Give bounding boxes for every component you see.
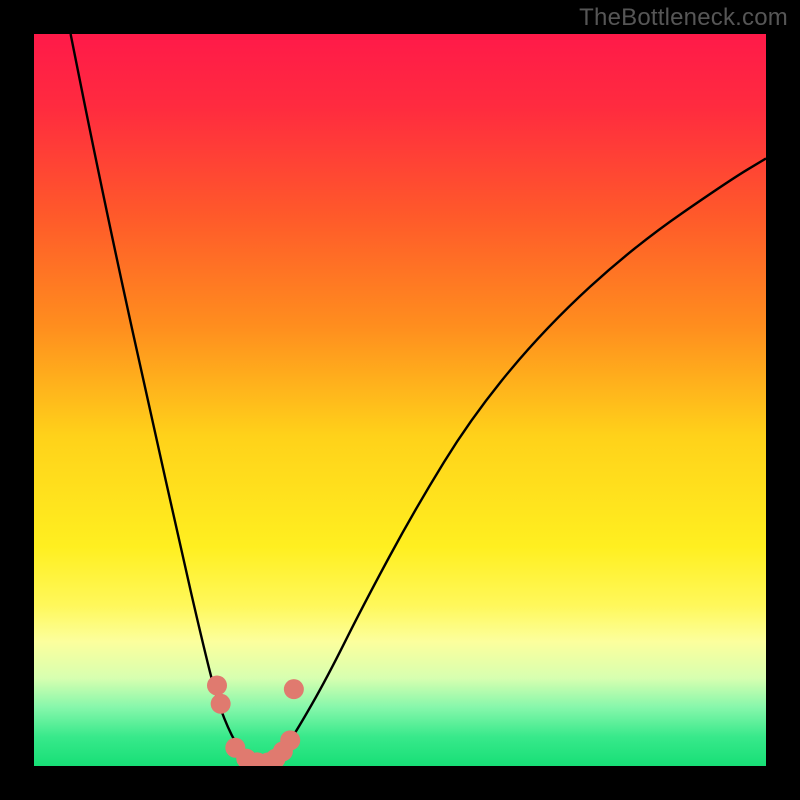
sample-points-group — [207, 675, 304, 766]
chart-frame: TheBottleneck.com — [0, 0, 800, 800]
sample-point — [207, 675, 227, 695]
sample-point — [280, 730, 300, 750]
sample-point — [211, 694, 231, 714]
sample-point — [284, 679, 304, 699]
chart-overlay — [34, 34, 766, 766]
bottleneck-curve — [71, 34, 766, 765]
plot-area — [34, 34, 766, 766]
watermark-text: TheBottleneck.com — [579, 4, 788, 32]
